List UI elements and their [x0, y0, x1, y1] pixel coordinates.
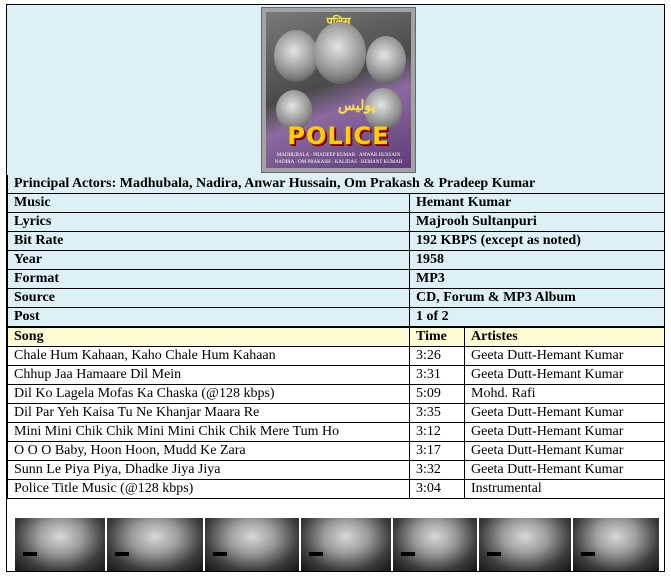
song-row[interactable]: Police Title Music (@128 kbps) 3:04 Inst…	[7, 479, 665, 499]
cover-logo-police: POLICE	[287, 122, 390, 150]
detail-value: 1958	[409, 250, 665, 270]
song-artistes: Geeta Dutt-Hemant Kumar	[464, 422, 665, 442]
thumbnail-marker	[401, 552, 415, 556]
song-row[interactable]: Dil Ko Lagela Mofas Ka Chaska (@128 kbps…	[7, 384, 665, 404]
song-time: 5:09	[409, 384, 465, 404]
song-title: Chhup Jaa Hamaare Dil Mein	[7, 365, 410, 385]
cover-face-right	[366, 36, 406, 84]
thumbnail-marker	[309, 552, 323, 556]
song-artistes: Geeta Dutt-Hemant Kumar	[464, 365, 665, 385]
film-still-thumbnail[interactable]	[205, 518, 299, 571]
film-still-thumbnail[interactable]	[301, 518, 391, 571]
detail-label: Post	[7, 307, 410, 327]
film-still-thumbnail[interactable]	[479, 518, 571, 571]
song-artistes: Geeta Dutt-Hemant Kumar	[464, 346, 665, 366]
song-time: 3:17	[409, 441, 465, 461]
principal-actors-row: Principal Actors: Madhubala, Nadira, Anw…	[7, 175, 665, 194]
thumbnail-marker	[213, 552, 227, 556]
song-time: 3:26	[409, 346, 465, 366]
thumbnail-marker	[23, 552, 37, 556]
song-row[interactable]: Dil Par Yeh Kaisa Tu Ne Khanjar Maara Re…	[7, 403, 665, 423]
song-title: O O O Baby, Hoon Hoon, Mudd Ke Zara	[7, 441, 410, 461]
cover-credits-line-2: NADIRA · OM PRAKASH · KALIDAS · HEMANT K…	[274, 160, 403, 165]
song-time: 3:32	[409, 460, 465, 480]
detail-row-music: Music Hemant Kumar	[7, 193, 665, 213]
detail-label: Lyrics	[7, 212, 410, 232]
song-artistes: Geeta Dutt-Hemant Kumar	[464, 441, 665, 461]
song-time: 3:35	[409, 403, 465, 423]
cover-urdu-title: پولیس	[338, 99, 376, 114]
detail-row-post: Post 1 of 2	[7, 307, 665, 327]
column-header-artistes: Artistes	[464, 327, 665, 347]
song-list-header: Song Time Artistes	[7, 327, 665, 347]
song-row[interactable]: Chale Hum Kahaan, Kaho Chale Hum Kahaan …	[7, 346, 665, 366]
detail-row-lyrics: Lyrics Majrooh Sultanpuri	[7, 212, 665, 232]
song-row[interactable]: Chhup Jaa Hamaare Dil Mein 3:31 Geeta Du…	[7, 365, 665, 385]
album-details-table: Principal Actors: Madhubala, Nadira, Anw…	[7, 175, 665, 327]
cover-row: पुलिस پولیس POLICE MADHUBALA · PRADEEP K…	[7, 5, 664, 176]
song-title: Mini Mini Chik Chik Mini Mini Chik Chik …	[7, 422, 410, 442]
detail-value: 1 of 2	[409, 307, 665, 327]
detail-label: Format	[7, 269, 410, 289]
film-still-thumbnail[interactable]	[573, 518, 659, 571]
detail-label: Year	[7, 250, 410, 270]
song-time: 3:04	[409, 479, 465, 499]
film-still-thumbnail[interactable]	[15, 518, 105, 571]
song-title: Dil Par Yeh Kaisa Tu Ne Khanjar Maara Re	[7, 403, 410, 423]
album-cover-image[interactable]: पुलिस پولیس POLICE MADHUBALA · PRADEEP K…	[261, 7, 416, 173]
song-time: 3:12	[409, 422, 465, 442]
thumbnail-marker	[581, 552, 595, 556]
film-still-thumbnail[interactable]	[393, 518, 477, 571]
film-still-thumbnail[interactable]	[107, 518, 203, 571]
song-title: Sunn Le Piya Piya, Dhadke Jiya Jiya	[7, 460, 410, 480]
detail-row-year: Year 1958	[7, 250, 665, 270]
detail-row-format: Format MP3	[7, 269, 665, 289]
detail-value: CD, Forum & MP3 Album	[409, 288, 665, 308]
detail-value: Majrooh Sultanpuri	[409, 212, 665, 232]
song-artistes: Instrumental	[464, 479, 665, 499]
principal-actors-cell: Principal Actors: Madhubala, Nadira, Anw…	[7, 175, 665, 194]
detail-row-bit-rate: Bit Rate 192 KBPS (except as noted)	[7, 231, 665, 251]
song-title: Dil Ko Lagela Mofas Ka Chaska (@128 kbps…	[7, 384, 410, 404]
song-title: Chale Hum Kahaan, Kaho Chale Hum Kahaan	[7, 346, 410, 366]
album-info-frame: पुलिस پولیس POLICE MADHUBALA · PRADEEP K…	[6, 4, 665, 572]
screenshot-strip	[7, 518, 664, 571]
cover-credits: MADHUBALA · PRADEEP KUMAR · ANWAR HUSSAI…	[270, 152, 407, 166]
detail-label: Source	[7, 288, 410, 308]
song-row[interactable]: Mini Mini Chik Chik Mini Mini Chik Chik …	[7, 422, 665, 442]
cover-face-left	[274, 30, 318, 82]
detail-value: MP3	[409, 269, 665, 289]
song-row[interactable]: O O O Baby, Hoon Hoon, Mudd Ke Zara 3:17…	[7, 441, 665, 461]
column-header-time: Time	[409, 327, 465, 347]
detail-value: Hemant Kumar	[409, 193, 665, 213]
song-list-table: Song Time Artistes Chale Hum Kahaan, Kah…	[7, 327, 665, 499]
cover-face-center	[314, 22, 366, 84]
detail-label: Bit Rate	[7, 231, 410, 251]
song-artistes: Geeta Dutt-Hemant Kumar	[464, 460, 665, 480]
column-header-song: Song	[7, 327, 410, 347]
song-time: 3:31	[409, 365, 465, 385]
song-row[interactable]: Sunn Le Piya Piya, Dhadke Jiya Jiya 3:32…	[7, 460, 665, 480]
detail-value: 192 KBPS (except as noted)	[409, 231, 665, 251]
cover-credits-line-1: MADHUBALA · PRADEEP KUMAR · ANWAR HUSSAI…	[276, 153, 401, 158]
album-cover-artwork: पुलिस پولیس POLICE MADHUBALA · PRADEEP K…	[266, 12, 411, 168]
thumbnail-marker	[487, 552, 501, 556]
detail-label: Music	[7, 193, 410, 213]
thumbnail-marker	[115, 552, 129, 556]
song-artistes: Mohd. Rafi	[464, 384, 665, 404]
song-title: Police Title Music (@128 kbps)	[7, 479, 410, 499]
song-artistes: Geeta Dutt-Hemant Kumar	[464, 403, 665, 423]
detail-row-source: Source CD, Forum & MP3 Album	[7, 288, 665, 308]
